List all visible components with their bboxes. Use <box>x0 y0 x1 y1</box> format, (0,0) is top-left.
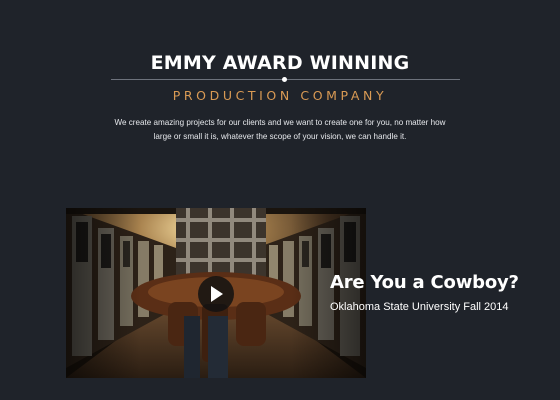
play-button[interactable] <box>198 276 234 312</box>
video-subtitle: Oklahoma State University Fall 2014 <box>330 301 509 313</box>
intro-text: We create amazing projects for our clien… <box>105 116 455 143</box>
page-subtitle: PRODUCTION COMPANY <box>172 88 388 103</box>
divider-dot <box>282 77 287 82</box>
intro-line-2: large or small it is, whatever the scope… <box>153 131 407 141</box>
intro-line-1: We create amazing projects for our clien… <box>114 118 446 127</box>
video-title: Are You a Cowboy? <box>330 272 519 293</box>
page-title: EMMY AWARD WINNING <box>150 52 410 74</box>
play-icon <box>211 286 223 302</box>
